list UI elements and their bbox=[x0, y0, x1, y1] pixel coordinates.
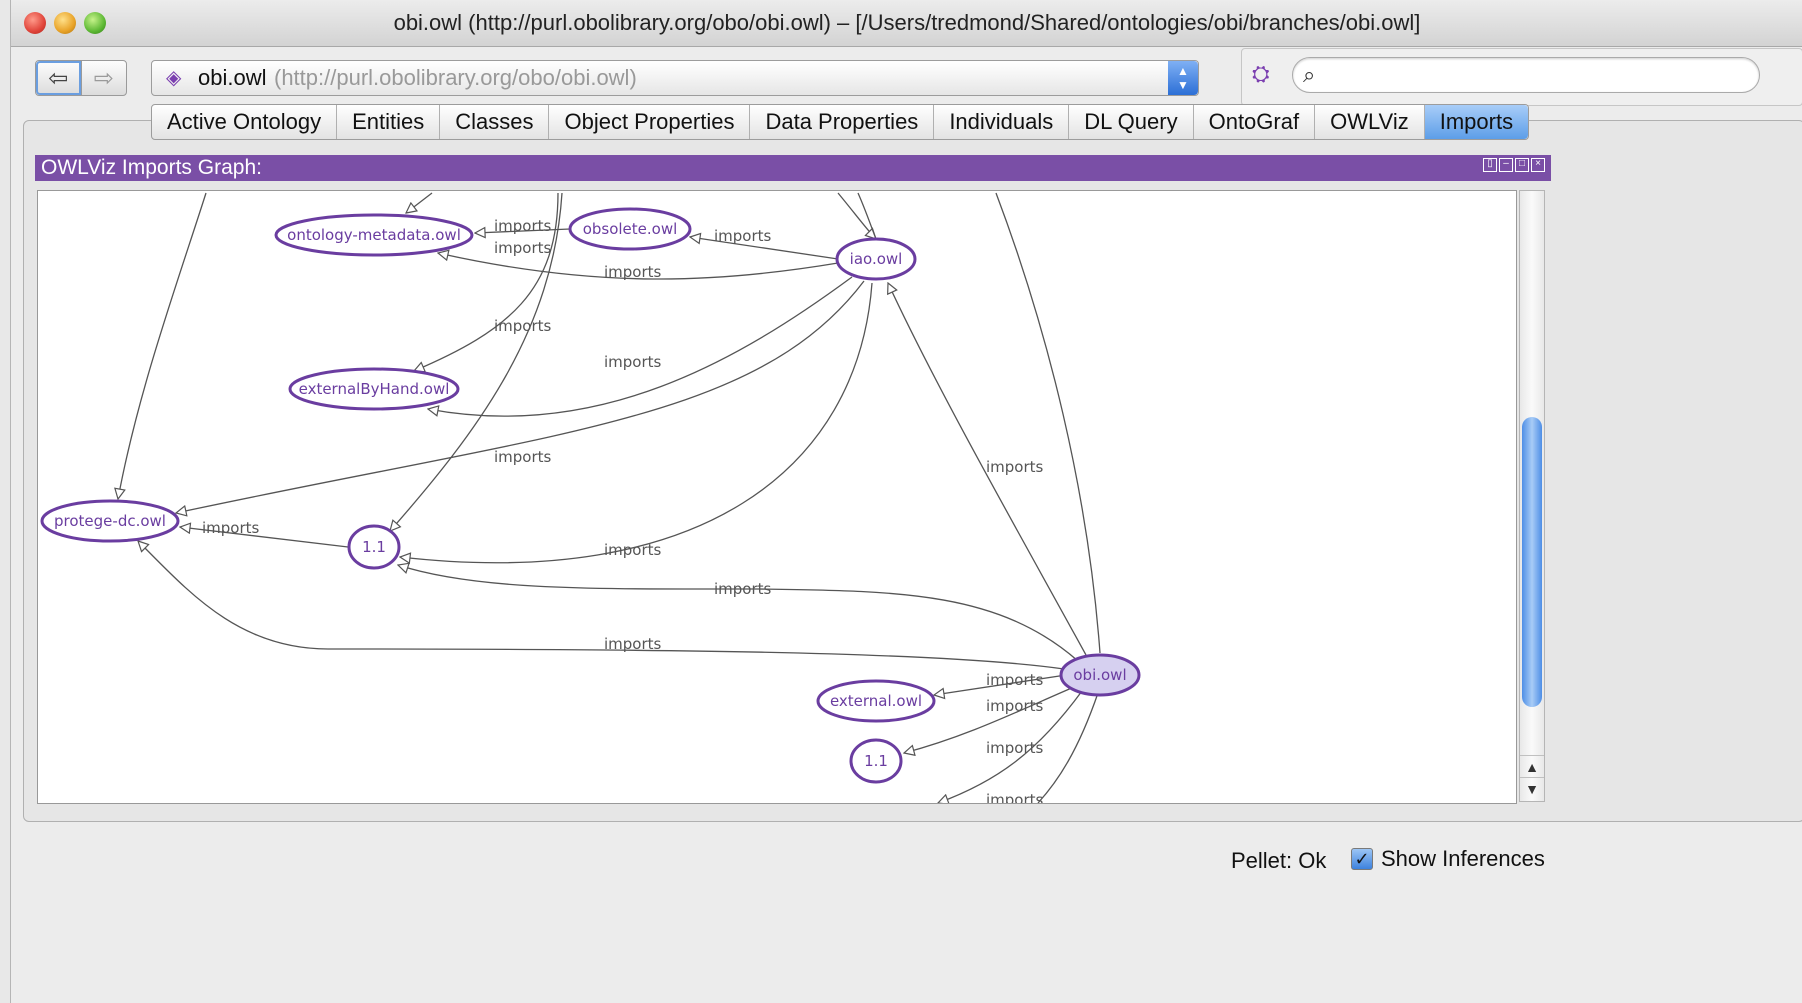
forward-button[interactable]: ⇨ bbox=[82, 61, 127, 95]
tab-active-ontology[interactable]: Active Ontology bbox=[152, 105, 338, 139]
edge-top-to-ontology-metadata bbox=[406, 192, 433, 213]
close-view-icon[interactable]: × bbox=[1531, 158, 1545, 172]
scroll-down-icon[interactable]: ▼ bbox=[1520, 777, 1544, 800]
ontology-name: obi.owl bbox=[198, 65, 267, 90]
edge-label: imports bbox=[494, 239, 552, 257]
search-panel: ⛭ ⌕ bbox=[1241, 48, 1802, 106]
svg-text:obi.owl: obi.owl bbox=[1073, 666, 1126, 684]
node-obi-selected[interactable]: obi.owl bbox=[1059, 653, 1141, 697]
edge-iao-to-v11-top bbox=[400, 282, 873, 563]
graph-edges bbox=[118, 192, 1101, 803]
vertical-scrollbar[interactable]: ▲ ▼ bbox=[1519, 190, 1545, 802]
tab-bar: Active Ontology Entities Classes Object … bbox=[151, 104, 1530, 140]
tab-owlviz[interactable]: OWLViz bbox=[1315, 105, 1425, 139]
edge-top-to-iao bbox=[837, 192, 876, 239]
edge-label: imports bbox=[986, 458, 1044, 476]
maximize-view-icon[interactable]: □ bbox=[1515, 158, 1529, 172]
active-ontology-selector[interactable]: ◈ obi.owl (http://purl.obolibrary.org/ob… bbox=[151, 60, 1199, 96]
edge-obi-to-protege-dc bbox=[138, 541, 1065, 670]
scrollbar-thumb[interactable] bbox=[1522, 417, 1542, 707]
svg-text:1.1: 1.1 bbox=[864, 752, 888, 770]
edge-label: imports bbox=[714, 227, 772, 245]
ontology-iri: (http://purl.obolibrary.org/obo/obi.owl) bbox=[274, 65, 637, 90]
navigation-buttons: ⇦ ⇨ bbox=[35, 60, 127, 96]
edge-label: imports bbox=[986, 791, 1044, 803]
split-view-icon[interactable]: ▯ bbox=[1483, 158, 1497, 172]
back-button[interactable]: ⇦ bbox=[36, 61, 82, 95]
view-title: OWLViz Imports Graph: bbox=[41, 156, 262, 179]
reasoner-status: Pellet: Ok bbox=[1231, 848, 1327, 873]
search-icon: ⌕ bbox=[1303, 62, 1316, 87]
edge-label: imports bbox=[494, 217, 552, 235]
node-obsolete[interactable]: obsolete.owl bbox=[568, 207, 692, 251]
edge-offscreen-to-protege-dc bbox=[118, 192, 207, 499]
show-inferences-toggle[interactable]: ✓ Show Inferences bbox=[1351, 846, 1545, 872]
svg-text:ontology-metadata.owl: ontology-metadata.owl bbox=[287, 226, 461, 244]
node-ontology-metadata[interactable]: ontology-metadata.owl bbox=[274, 213, 474, 257]
edge-label: imports bbox=[494, 317, 552, 335]
svg-text:obsolete.owl: obsolete.owl bbox=[583, 220, 678, 238]
show-inferences-checkbox[interactable]: ✓ bbox=[1351, 848, 1373, 870]
edge-label: imports bbox=[986, 697, 1044, 715]
tab-data-properties[interactable]: Data Properties bbox=[750, 105, 935, 139]
edge-label: imports bbox=[604, 541, 662, 559]
chevron-updown-icon[interactable]: ▲ ▼ bbox=[1168, 61, 1198, 95]
window-title: obi.owl (http://purl.obolibrary.org/obo/… bbox=[393, 10, 1421, 35]
back-arrow-icon: ⇦ bbox=[48, 64, 69, 92]
search-field: ⌕ bbox=[1292, 57, 1760, 93]
edge-iao-to-external-by-hand bbox=[428, 276, 853, 416]
show-inferences-label: Show Inferences bbox=[1381, 846, 1545, 871]
edge-label: imports bbox=[986, 739, 1044, 757]
node-v11-top[interactable]: 1.1 bbox=[347, 524, 401, 570]
search-input[interactable] bbox=[1333, 62, 1747, 88]
binoculars-icon[interactable]: ⛭ bbox=[1252, 61, 1270, 87]
view-controls: ▯ – □ × bbox=[1483, 158, 1545, 172]
tab-entities[interactable]: Entities bbox=[337, 105, 441, 139]
app-window: obi.owl (http://purl.obolibrary.org/obo/… bbox=[10, 0, 1802, 1003]
svg-text:protege-dc.owl: protege-dc.owl bbox=[54, 512, 166, 530]
tab-classes[interactable]: Classes bbox=[440, 105, 550, 139]
tab-dl-query[interactable]: DL Query bbox=[1069, 105, 1194, 139]
scroll-up-icon[interactable]: ▲ bbox=[1520, 755, 1544, 778]
graph-nodes: ontology-metadata.owl obsolete.owl iao.o… bbox=[40, 207, 1141, 784]
view-header: OWLViz Imports Graph: ▯ – □ × bbox=[35, 155, 1551, 181]
edge-top-to-iao-2 bbox=[857, 192, 877, 240]
status-bar: Pellet: Ok ✓ Show Inferences bbox=[11, 828, 1802, 873]
edge-label: imports bbox=[494, 448, 552, 466]
edge-label: imports bbox=[986, 671, 1044, 689]
tab-imports[interactable]: Imports bbox=[1424, 105, 1529, 139]
imports-graph: ontology-metadata.owl obsolete.owl iao.o… bbox=[40, 192, 1141, 803]
svg-text:1.1: 1.1 bbox=[362, 538, 386, 556]
svg-text:external.owl: external.owl bbox=[830, 692, 922, 710]
forward-arrow-icon: ⇨ bbox=[93, 64, 114, 92]
node-v11-bottom[interactable]: 1.1 bbox=[849, 738, 903, 784]
node-iao[interactable]: iao.owl bbox=[835, 237, 917, 281]
ontology-icon: ◈ bbox=[166, 67, 182, 89]
tab-individuals[interactable]: Individuals bbox=[934, 105, 1070, 139]
minimize-view-icon[interactable]: – bbox=[1499, 158, 1513, 172]
edge-label: imports bbox=[604, 635, 662, 653]
edge-iao-to-protege-dc bbox=[176, 280, 865, 513]
tab-ontograf[interactable]: OntoGraf bbox=[1194, 105, 1316, 139]
svg-text:iao.owl: iao.owl bbox=[850, 250, 903, 268]
node-protege-dc[interactable]: protege-dc.owl bbox=[40, 499, 180, 543]
imports-graph-canvas[interactable]: ontology-metadata.owl obsolete.owl iao.o… bbox=[37, 190, 1517, 804]
edge-label: imports bbox=[604, 263, 662, 281]
node-external[interactable]: external.owl bbox=[816, 679, 936, 723]
edge-label: imports bbox=[604, 353, 662, 371]
node-external-by-hand[interactable]: externalByHand.owl bbox=[288, 367, 460, 411]
title-bar: obi.owl (http://purl.obolibrary.org/obo/… bbox=[11, 0, 1802, 47]
tab-object-properties[interactable]: Object Properties bbox=[549, 105, 751, 139]
edge-label: imports bbox=[714, 580, 772, 598]
svg-text:externalByHand.owl: externalByHand.owl bbox=[299, 380, 450, 398]
edge-top-to-obi bbox=[995, 192, 1101, 654]
edge-label: imports bbox=[202, 519, 260, 537]
